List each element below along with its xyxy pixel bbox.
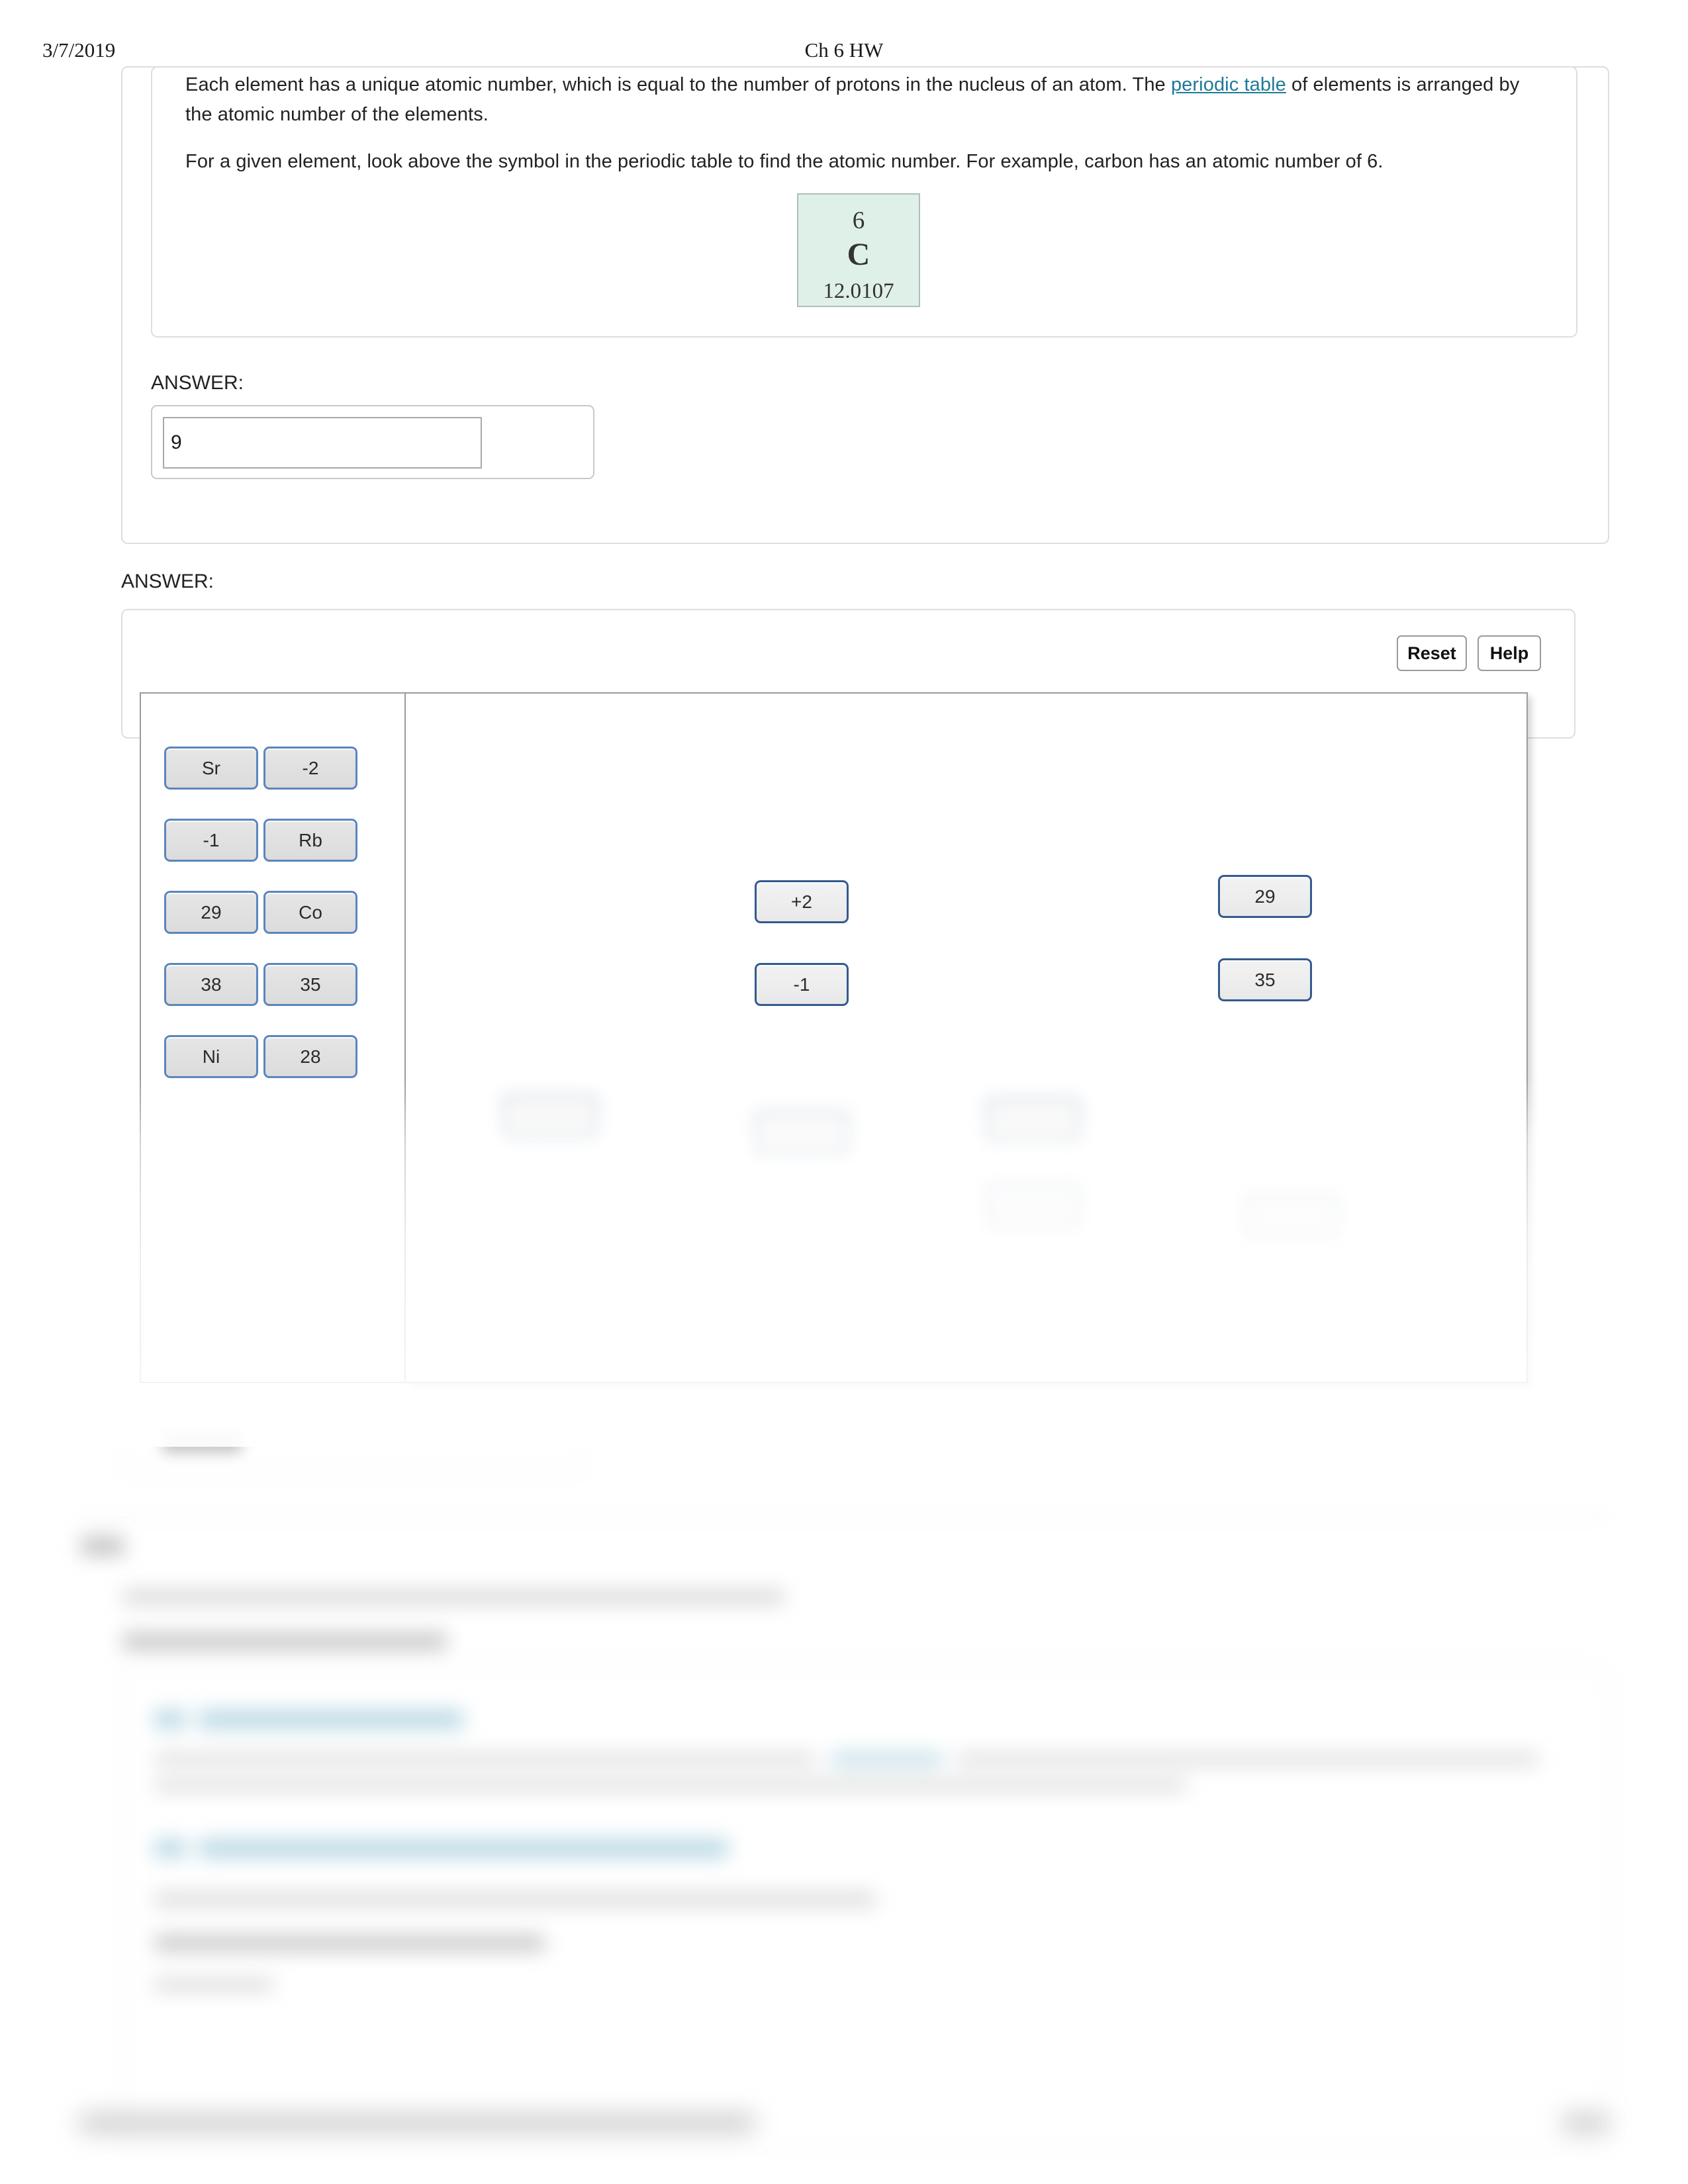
hint-paragraph-1-text-before: Each element has a unique atomic number,…: [185, 74, 1171, 95]
answer-input[interactable]: [163, 417, 482, 469]
hint-paragraph-1: Each element has a unique atomic number,…: [185, 70, 1542, 130]
bank-tile[interactable]: Ni: [164, 1035, 258, 1078]
hint-2-link[interactable]: [199, 1840, 728, 1857]
footer-url: [79, 2115, 755, 2131]
answer-label-2: ANSWER:: [121, 570, 214, 592]
drop-target-area[interactable]: [406, 692, 1528, 1383]
carbon-atomic-mass: 12.0107: [823, 279, 894, 303]
bank-tile[interactable]: 29: [164, 891, 258, 934]
placed-tile-blurred[interactable]: [1244, 1195, 1338, 1238]
page-root: 3/7/2019 Ch 6 HW Each element has a uniq…: [0, 0, 1688, 2184]
bank-tile[interactable]: 28: [263, 1035, 357, 1078]
print-header: 3/7/2019 Ch 6 HW: [0, 38, 1688, 69]
page-title: Ch 6 HW: [804, 38, 884, 62]
carbon-symbol: C: [847, 237, 870, 272]
help-button[interactable]: Help: [1477, 635, 1541, 671]
answer-label-1: ANSWER:: [151, 372, 244, 394]
footer-page-number: [1562, 2115, 1609, 2131]
submit-button[interactable]: [162, 1432, 242, 1453]
placed-tile[interactable]: +2: [755, 880, 849, 923]
hint-paragraph-2: For a given element, look above the symb…: [185, 151, 1383, 172]
hint-1-inline-link[interactable]: [831, 1754, 943, 1764]
bank-tile[interactable]: 38: [164, 963, 258, 1006]
placed-tile-blurred[interactable]: [503, 1095, 597, 1138]
answer-input-wrapper: [151, 405, 594, 479]
placed-tile-blurred[interactable]: [986, 1099, 1080, 1142]
reset-button[interactable]: Reset: [1397, 635, 1467, 671]
hint-1-toggle-icon[interactable]: [154, 1711, 186, 1728]
placed-tile-blurred[interactable]: [986, 1185, 1080, 1228]
placed-tile[interactable]: 35: [1218, 958, 1312, 1001]
bank-tile[interactable]: Sr: [164, 747, 258, 790]
placed-tile-blurred[interactable]: [755, 1112, 849, 1155]
hint-1-link[interactable]: [199, 1711, 463, 1728]
bank-tile[interactable]: Co: [263, 891, 357, 934]
carbon-atomic-number: 6: [852, 207, 865, 234]
bank-tile[interactable]: -1: [164, 819, 258, 862]
bank-tile[interactable]: Rb: [263, 819, 357, 862]
placed-tile[interactable]: -1: [755, 963, 849, 1006]
section-divider: [79, 1516, 1609, 1517]
carbon-element-tile: 6 C 12.0107: [797, 193, 920, 307]
bank-tile[interactable]: 35: [263, 963, 357, 1006]
periodic-table-link[interactable]: periodic table: [1171, 74, 1286, 95]
placed-tile[interactable]: 29: [1218, 875, 1312, 918]
hint-2-toggle-icon[interactable]: [154, 1840, 186, 1857]
bank-tile[interactable]: -2: [263, 747, 357, 790]
submit-panel: [121, 1410, 585, 1475]
